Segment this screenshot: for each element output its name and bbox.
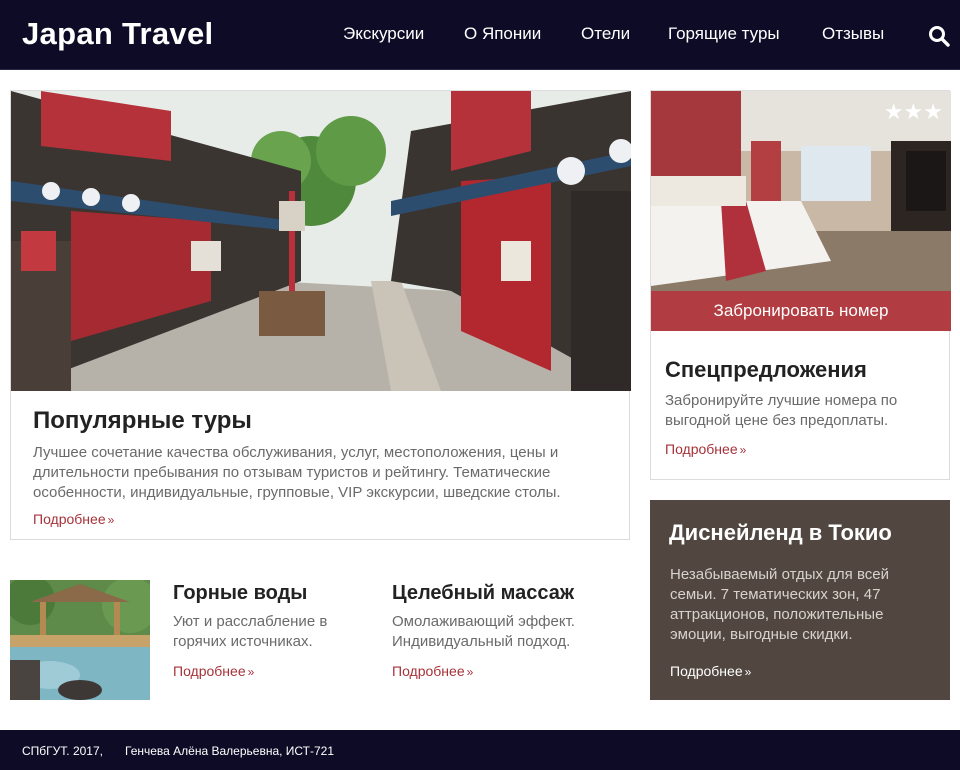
nav-item-about-japan[interactable]: О Японии [464, 24, 541, 44]
more-link-label: Подробнее [33, 511, 106, 527]
japanese-street-image [11, 91, 631, 391]
footer-org: СПбГУТ. 2017, [22, 744, 103, 758]
popular-tours-card: Популярные туры Лучшее сочетание качеств… [10, 90, 631, 540]
special-offers-text: Забронируйте лучшие номера по выгодной ц… [665, 392, 898, 429]
main-nav: Экскурсии О Японии Отели Горящие туры От… [0, 24, 960, 48]
disneyland-card: Диснейленд в Токио Незабываемый отдых дл… [650, 500, 950, 700]
special-offers-more-link[interactable]: Подробнее» [665, 441, 746, 457]
hot-springs-more-link[interactable]: Подробнее» [173, 663, 254, 679]
popular-tours-text: Лучшее сочетание качества обслуживания, … [33, 444, 561, 501]
hot-springs-text: Уют и расслабление в горячих источниках. [173, 613, 328, 650]
popular-tours-more-link[interactable]: Подробнее» [33, 511, 114, 527]
nav-item-hotels[interactable]: Отели [581, 24, 630, 44]
hot-springs-title: Горные воды [173, 582, 308, 604]
more-link-label: Подробнее [392, 663, 465, 679]
chevron-right-icon: » [739, 443, 747, 457]
footer-author: Генчева Алёна Валерьевна, ИСТ-721 [125, 744, 335, 758]
chevron-right-icon: » [744, 665, 752, 679]
special-offers-title: Спецпредложения [665, 357, 867, 382]
search-icon[interactable] [928, 25, 950, 47]
special-offers-card: ★★★ Забронировать номер Спецпредложения … [650, 90, 951, 480]
disneyland-title: Диснейленд в Токио [669, 520, 892, 545]
more-link-label: Подробнее [173, 663, 246, 679]
popular-tours-title: Популярные туры [33, 407, 252, 434]
site-footer: СПбГУТ. 2017, Генчева Алёна Валерьевна, … [0, 730, 960, 770]
chevron-right-icon: » [247, 665, 255, 679]
nav-item-reviews[interactable]: Отзывы [822, 24, 884, 44]
star-rating: ★★★ [883, 99, 943, 124]
nav-item-excursions[interactable]: Экскурсии [343, 24, 424, 44]
nav-item-hot-tours[interactable]: Горящие туры [668, 24, 780, 44]
disneyland-text: Незабываемый отдых для всей семьи. 7 тем… [670, 566, 889, 643]
book-room-button[interactable]: Забронировать номер [651, 291, 951, 331]
chevron-right-icon: » [466, 665, 474, 679]
massage-text: Омолаживающий эффект. Индивидуальный под… [392, 613, 575, 650]
more-link-label: Подробнее [665, 441, 738, 457]
disneyland-more-link[interactable]: Подробнее» [670, 663, 751, 679]
hot-springs-image [10, 580, 150, 700]
chevron-right-icon: » [107, 513, 115, 527]
more-link-label: Подробнее [670, 663, 743, 679]
massage-more-link[interactable]: Подробнее» [392, 663, 473, 679]
massage-title: Целебный массаж [392, 582, 575, 604]
site-header: Japan Travel Экскурсии О Японии Отели Го… [0, 0, 960, 70]
